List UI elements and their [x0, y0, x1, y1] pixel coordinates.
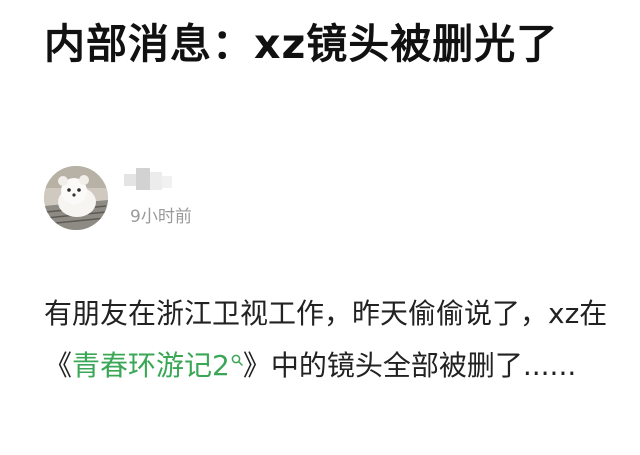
avatar-image	[44, 166, 108, 230]
post-time: 9小时前	[130, 207, 192, 227]
topic-link-label: 青春环游记2	[72, 349, 230, 382]
body-text-end: 》中的镜头全部被删了......	[242, 349, 577, 382]
username-blurred	[118, 168, 206, 196]
avatar[interactable]	[44, 166, 108, 230]
topic-link[interactable]: 青春环游记2	[72, 349, 243, 382]
search-icon	[231, 354, 243, 366]
article-body: 有朋友在浙江卫视工作，昨天偷偷说了，xz在《青春环游记2 》中的镜头全部被删了..…	[44, 288, 614, 392]
article-page: 内部消息：xz镜头被删光了 9小时前 有朋友在浙江卫视工作，昨天偷偷说了，xz在…	[0, 0, 640, 455]
article-title: 内部消息：xz镜头被删光了	[44, 20, 559, 68]
